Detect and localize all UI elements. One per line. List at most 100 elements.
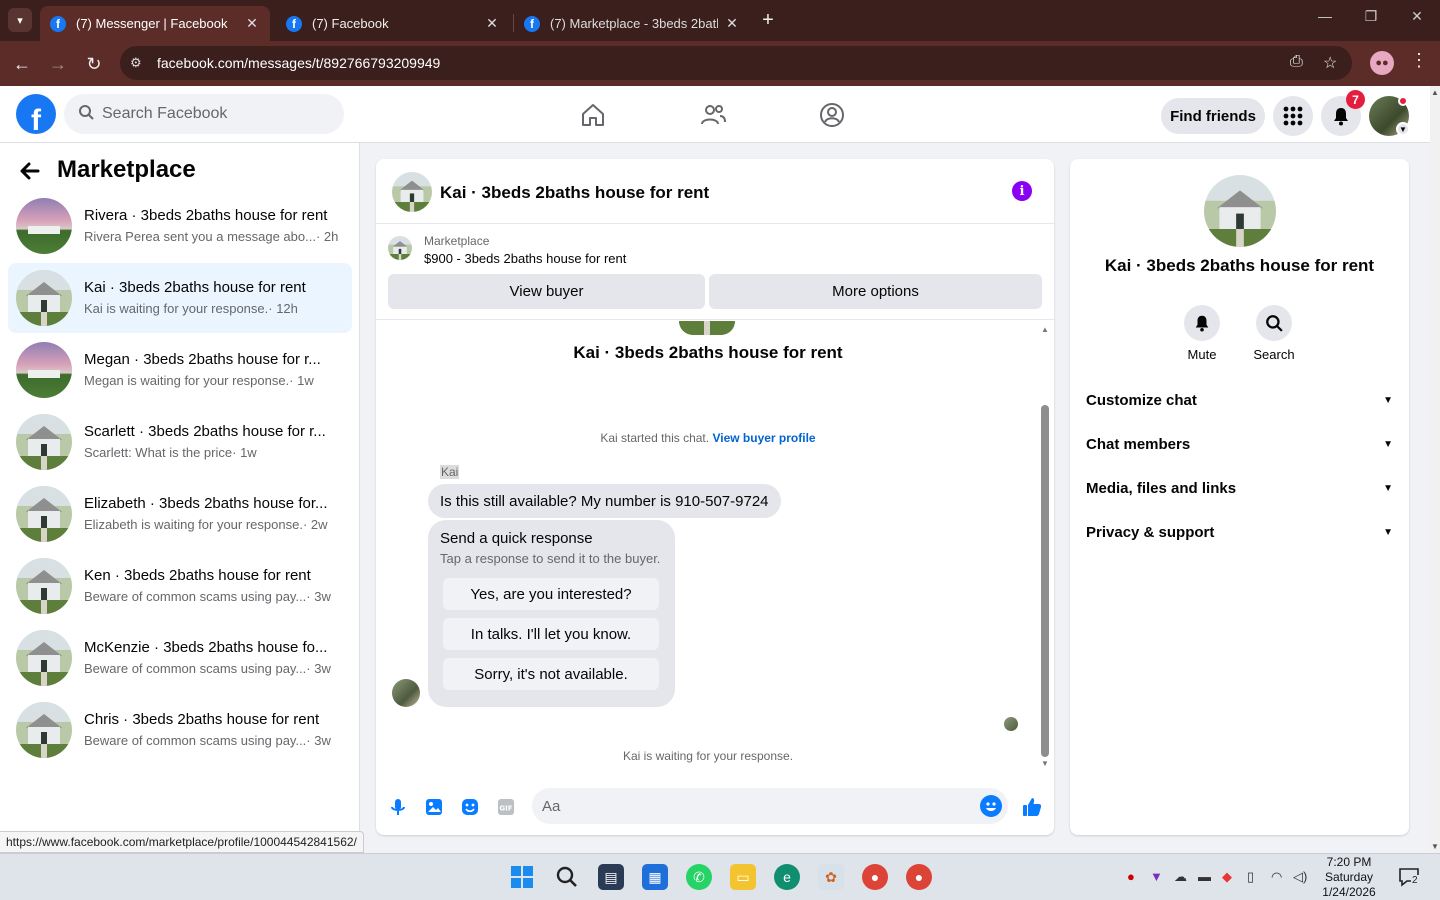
facebook-logo-icon[interactable]: f [16,94,56,134]
notification-center-icon[interactable]: 2 [1398,866,1420,888]
bookmark-star-icon[interactable]: ☆ [1323,53,1337,73]
address-bar[interactable]: ⚙ facebook.com/messages/t/89276679320994… [120,46,1352,80]
sticker-icon[interactable] [459,796,481,818]
back-arrow-icon[interactable] [18,159,42,190]
scroll-up-icon[interactable]: ▲ [1040,325,1050,335]
menu-grid-icon[interactable] [1273,96,1313,136]
browser-profile-icon[interactable]: ●● [1370,51,1394,75]
taskbar-search-icon[interactable] [554,864,580,890]
search-icon [1256,305,1292,341]
install-app-icon[interactable]: ⎙ [1290,53,1303,71]
chrome-icon[interactable]: ● [862,864,888,890]
restore-icon[interactable]: ❐ [1356,8,1386,25]
tray-cloud-icon[interactable]: ☁ [1174,869,1187,885]
tray-vpn-icon[interactable]: ▼ [1150,869,1163,884]
search-in-chat-button[interactable]: Search [1244,305,1304,362]
info-avatar[interactable] [1204,175,1276,247]
quick-reply-in-talks-button[interactable]: In talks. I'll let you know. [443,618,659,650]
home-icon[interactable] [579,101,607,129]
chevron-down-icon[interactable]: ▼ [1396,122,1410,136]
listing-thumbnail[interactable] [388,236,412,260]
microphone-icon[interactable] [387,796,409,818]
whatsapp-icon[interactable]: ✆ [686,864,712,890]
minimize-icon[interactable]: — [1310,8,1340,24]
sender-avatar[interactable] [392,679,420,707]
conversation-avatar [16,702,72,758]
site-settings-icon[interactable]: ⚙ [130,55,142,71]
volume-icon[interactable]: ◁) [1293,869,1307,885]
view-buyer-profile-link[interactable]: View buyer profile [712,431,815,445]
store-icon[interactable]: ▦ [642,864,668,890]
facebook-favicon-icon: f [524,15,540,32]
friends-icon[interactable] [699,101,727,129]
conversation-item[interactable]: Elizabeth · 3beds 2baths house for... Eli… [8,479,352,549]
edge-icon[interactable]: e [774,864,800,890]
message-input-box[interactable] [532,788,1008,824]
conversation-item[interactable]: Chris · 3beds 2baths house for rent Bewar… [8,695,352,765]
close-tab-icon[interactable]: ✕ [484,15,500,32]
more-options-button[interactable]: More options [709,274,1042,309]
conversation-item[interactable]: Kai · 3beds 2baths house for rent Kai is … [8,263,352,333]
chat-title[interactable]: Kai · 3beds 2baths house for rent [440,183,709,203]
tray-app-icon[interactable]: ● [1127,869,1135,884]
thread-scrollbar[interactable]: ▲ ▼ [1040,325,1050,769]
browser-tab-marketplace[interactable]: f (7) Marketplace - 3beds 2baths ✕ [514,6,750,41]
conversation-item[interactable]: Scarlett · 3beds 2baths house for r... Sc… [8,407,352,477]
photo-icon[interactable] [423,796,445,818]
gif-icon[interactable]: GIF [495,796,517,818]
conversation-item[interactable]: Megan · 3beds 2baths house for r... Megan… [8,335,352,405]
tray-drive-icon[interactable]: ▬ [1198,869,1211,884]
view-buyer-button[interactable]: View buyer [388,274,705,309]
reload-icon[interactable]: ↻ [81,51,107,77]
message-input[interactable] [542,788,962,824]
house-photo [679,321,735,335]
browser-menu-icon[interactable]: ⋮ [1410,50,1428,71]
close-tab-icon[interactable]: ✕ [244,15,260,32]
chrome-profile-icon[interactable]: ● [906,864,932,890]
wifi-icon[interactable]: ◠ [1271,869,1282,885]
scrollbar-thumb[interactable] [1041,405,1049,757]
emoji-icon[interactable] [980,795,1002,817]
url-text[interactable]: facebook.com/messages/t/892766793209949 [157,55,440,71]
close-tab-icon[interactable]: ✕ [724,15,740,32]
conversation-item[interactable]: Ken · 3beds 2baths house for rent Beware … [8,551,352,621]
message-bubble[interactable]: Is this still available? My number is 91… [428,484,781,518]
tray-usb-icon[interactable]: ▯ [1247,869,1254,885]
conversation-item[interactable]: Rivera · 3beds 2baths house for rent Rive… [8,191,352,261]
browser-tab-messenger[interactable]: f (7) Messenger | Facebook ✕ [40,6,270,41]
back-icon[interactable]: ← [9,51,35,77]
thumbs-up-icon[interactable] [1021,796,1043,818]
chat-header: Kai · 3beds 2baths house for rent i [376,159,1054,224]
close-window-icon[interactable]: ✕ [1402,8,1432,25]
customize-chat-section[interactable]: Customize chat ▼ [1078,380,1401,420]
tray-anydesk-icon[interactable]: ◆ [1222,869,1232,885]
system-clock[interactable]: 7:20 PM Saturday 1/24/2026 [1316,854,1382,900]
file-explorer-icon[interactable]: ▭ [730,864,756,890]
search-input[interactable] [102,105,332,123]
facebook-search[interactable] [64,94,344,134]
task-view-icon[interactable]: ▤ [598,864,624,890]
mute-button[interactable]: Mute [1172,305,1232,362]
chat-members-section[interactable]: Chat members ▼ [1078,424,1401,464]
listing-price-title[interactable]: $900 - 3beds 2baths house for rent [424,251,626,266]
chat-avatar[interactable] [392,172,432,212]
new-tab-button[interactable]: + [756,8,780,32]
forward-icon[interactable]: → [45,51,71,77]
media-files-links-section[interactable]: Media, files and links ▼ [1078,468,1401,508]
conversation-item[interactable]: McKenzie · 3beds 2baths house fo... Bewar… [8,623,352,693]
app-icon[interactable]: ✿ [818,864,844,890]
find-friends-button[interactable]: Find friends [1161,98,1265,134]
conversation-preview: Beware of common scams using pay... · 3w [84,589,346,604]
privacy-support-section[interactable]: Privacy & support ▼ [1078,512,1401,552]
windows-start-icon[interactable] [509,864,535,890]
tab-search-button[interactable]: ▾ [8,8,32,32]
quick-reply-yes-button[interactable]: Yes, are you interested? [443,578,659,610]
quick-reply-not-available-button[interactable]: Sorry, it's not available. [443,658,659,690]
browser-tab-facebook[interactable]: f (7) Facebook ✕ [276,6,510,41]
profile-circle-icon[interactable] [818,101,846,129]
scroll-down-icon[interactable]: ▼ [1040,759,1050,769]
info-icon[interactable]: i [1012,181,1032,201]
page-scrollbar[interactable]: ▲ ▼ [1430,86,1440,853]
conversation-snippet: Kai is waiting for your response. [84,301,269,316]
waiting-note: Kai is waiting for your response. [622,749,794,763]
